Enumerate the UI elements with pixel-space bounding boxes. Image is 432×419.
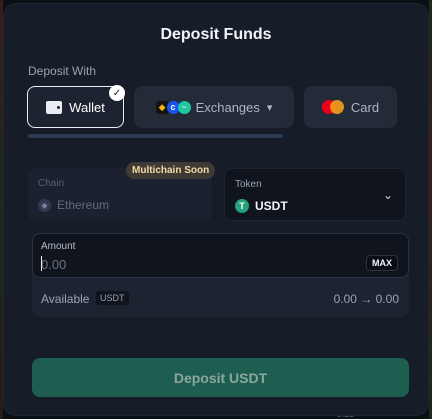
exchanges-method-button[interactable]: ◆ c ~ Exchanges ▾	[134, 86, 294, 128]
available-values: 0.00 → 0.00	[333, 292, 399, 306]
amount-input[interactable]	[41, 255, 341, 273]
wallet-method-label: Wallet	[69, 99, 105, 115]
wallet-method-button[interactable]: Wallet ✓	[27, 85, 125, 128]
amount-field-container[interactable]: Amount MAX	[32, 233, 409, 278]
chain-value: ◆ Ethereum	[38, 198, 109, 212]
usdt-icon: T	[235, 199, 249, 213]
wallet-icon	[46, 100, 63, 114]
exchange-logos: ◆ c ~	[155, 100, 191, 114]
deposit-button[interactable]: Deposit USDT	[32, 358, 409, 397]
deposit-modal: Deposit Funds Deposit With Wallet ✓ ◆ c …	[4, 4, 428, 415]
token-select[interactable]: Token T USDT ⌄	[224, 168, 406, 221]
chain-value-text: Ethereum	[57, 198, 110, 212]
token-value-text: USDT	[255, 199, 288, 213]
chain-label: Chain	[38, 178, 65, 189]
deposit-with-label: Deposit With	[28, 64, 97, 78]
token-label: Token	[235, 179, 262, 190]
mastercard-icon	[321, 100, 344, 114]
methods-scrollbar[interactable]	[28, 134, 283, 138]
amount-panel: Amount MAX Available USDT 0.00 → 0.00	[32, 233, 409, 317]
available-label: Available	[41, 292, 90, 306]
chevron-down-icon: ⌄	[382, 188, 393, 202]
card-method-button[interactable]: Card	[304, 86, 397, 128]
check-icon: ✓	[109, 85, 125, 101]
amount-label: Amount	[41, 241, 76, 252]
exchanges-method-label: Exchanges	[195, 99, 260, 115]
max-button[interactable]: MAX	[366, 255, 398, 271]
modal-title: Deposit Funds	[160, 26, 272, 43]
card-method-label: Card	[350, 99, 380, 115]
ethereum-icon: ◆	[38, 198, 51, 212]
available-token-badge: USDT	[96, 291, 129, 305]
text-caret	[41, 256, 42, 271]
kraken-icon: ~	[177, 100, 191, 114]
background-chart-strip-left	[0, 0, 3, 419]
multichain-soon-badge: Multichain Soon	[126, 162, 216, 179]
chevron-down-icon: ▾	[266, 101, 273, 114]
token-value: T USDT	[235, 199, 288, 213]
